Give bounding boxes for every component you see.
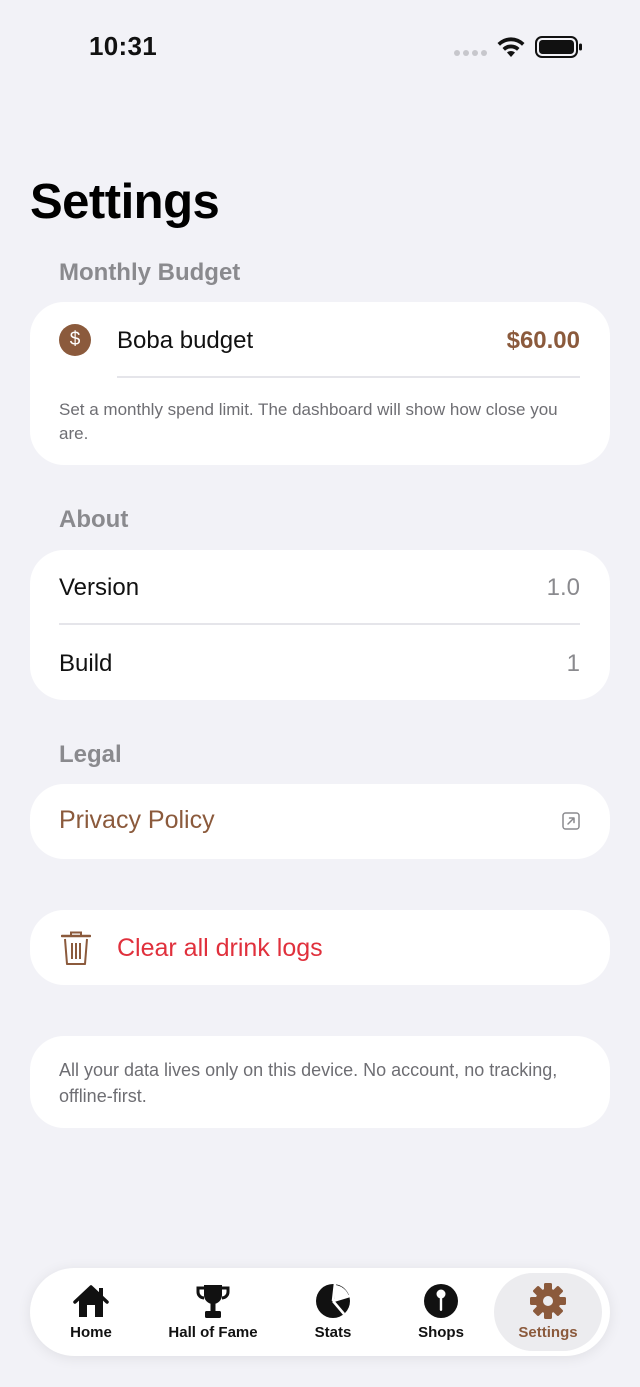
version-value: 1.0	[546, 574, 580, 601]
house-icon	[73, 1285, 109, 1317]
build-label: Build	[59, 650, 113, 677]
pie-chart-icon	[316, 1283, 350, 1318]
gear-icon	[530, 1283, 566, 1319]
page-title: Settings	[30, 175, 220, 229]
tab-shops[interactable]: Shops	[384, 1268, 498, 1356]
trophy-icon	[196, 1285, 230, 1318]
battery-icon	[535, 36, 582, 58]
clear-logs-button[interactable]: Clear all drink logs	[117, 934, 323, 963]
tab-home[interactable]: Home	[30, 1268, 152, 1356]
budget-label: Boba budget	[117, 327, 254, 354]
info-text: All your data lives only on this device.…	[59, 1060, 558, 1106]
clear-logs-row[interactable]: Clear all drink logs	[30, 910, 610, 985]
tab-label: Settings	[518, 1324, 578, 1341]
budget-card: $ Boba budget $60.00 Set a monthly spend…	[30, 302, 610, 465]
external-link-icon	[562, 812, 580, 830]
tab-settings[interactable]: Settings	[494, 1273, 602, 1351]
trash-icon	[61, 931, 91, 965]
section-header-about: About	[59, 506, 129, 533]
cellular-signal-icon	[454, 50, 487, 56]
tab-bar: Home Hall of Fame Stats Shops Settings	[30, 1268, 610, 1356]
budget-footnote: Set a monthly spend limit. The dashboard…	[59, 400, 558, 443]
status-bar: 10:31	[0, 0, 640, 96]
wifi-icon	[497, 37, 525, 57]
tab-label: Shops	[418, 1324, 464, 1341]
privacy-policy-link[interactable]: Privacy Policy	[59, 806, 215, 835]
tab-hall-of-fame[interactable]: Hall of Fame	[152, 1268, 274, 1356]
tab-label: Home	[70, 1324, 112, 1341]
tab-label: Stats	[314, 1324, 352, 1341]
info-card: All your data lives only on this device.…	[30, 1036, 610, 1128]
tab-label: Hall of Fame	[168, 1324, 258, 1341]
status-time: 10:31	[89, 31, 157, 61]
tab-stats[interactable]: Stats	[274, 1268, 392, 1356]
about-card: Version 1.0 Build 1	[30, 550, 610, 700]
privacy-policy-row[interactable]: Privacy Policy	[30, 784, 610, 859]
dollar-icon: $	[59, 324, 91, 356]
version-label: Version	[59, 574, 140, 601]
section-header-monthly-budget: Monthly Budget	[59, 259, 241, 286]
map-pin-icon	[424, 1284, 458, 1318]
build-value: 1	[566, 650, 580, 677]
divider	[59, 623, 580, 625]
divider	[117, 376, 580, 378]
budget-value[interactable]: $60.00	[507, 327, 580, 355]
section-header-legal: Legal	[59, 741, 122, 768]
